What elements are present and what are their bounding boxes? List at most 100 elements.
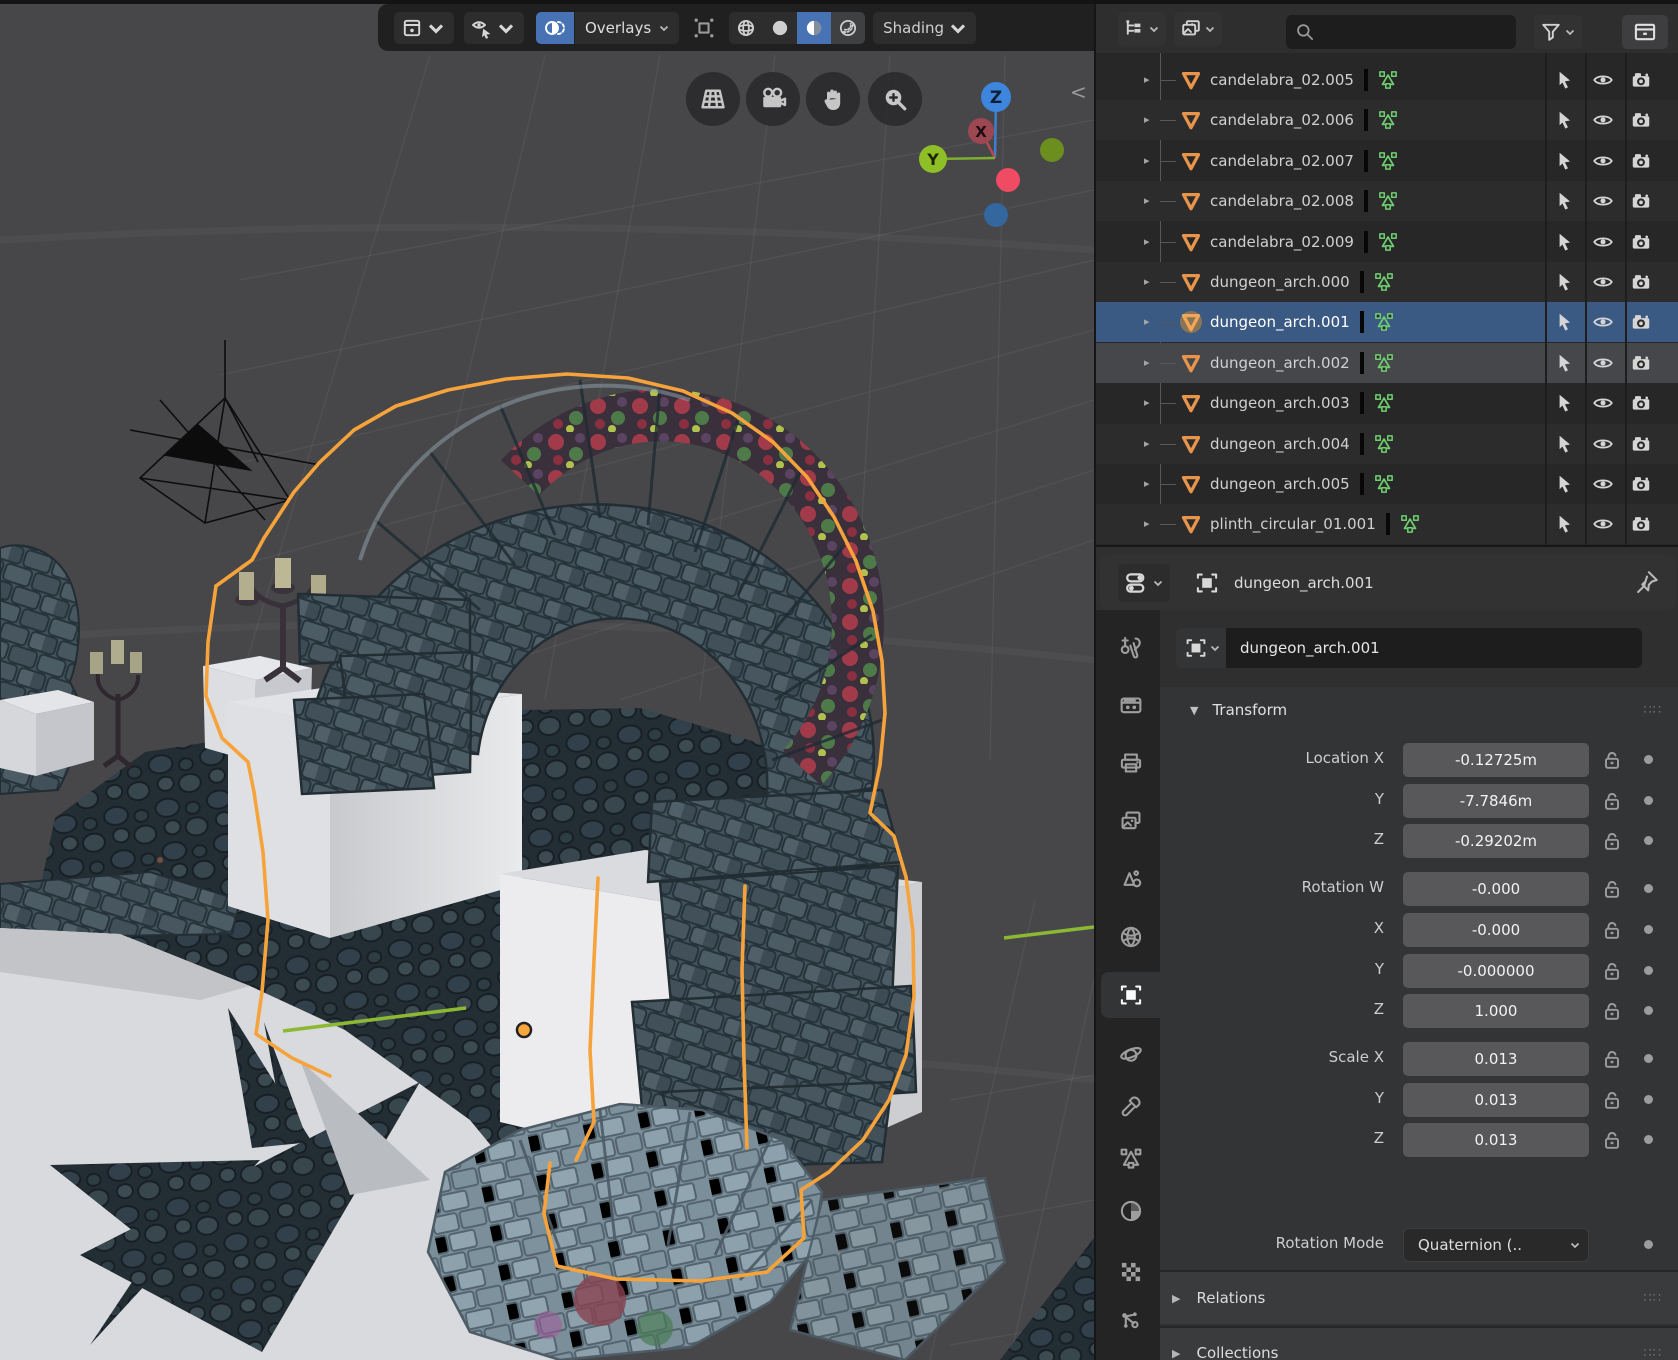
show-gizmos-button[interactable] xyxy=(394,12,454,44)
expand-arrow-icon[interactable]: ▸ xyxy=(1144,356,1150,369)
object-name-field[interactable]: dungeon_arch.001 xyxy=(1226,628,1642,668)
expand-arrow-icon[interactable]: ▸ xyxy=(1144,517,1150,530)
lock-icon[interactable] xyxy=(1600,1047,1624,1071)
outliner-row[interactable]: ▸dungeon_arch.004 xyxy=(1096,424,1678,464)
mesh-object-icon[interactable] xyxy=(1180,473,1202,495)
object-name-label[interactable]: candelabra_02.007 xyxy=(1210,152,1354,170)
shading-rendered-button[interactable] xyxy=(831,12,865,44)
pin-icon[interactable] xyxy=(1634,569,1660,595)
lock-icon[interactable] xyxy=(1600,1088,1624,1112)
outliner-filter-button[interactable] xyxy=(1534,15,1582,49)
expand-arrow-icon[interactable]: ▸ xyxy=(1144,437,1150,450)
selectable-icon[interactable] xyxy=(1553,271,1575,293)
render-camera-icon[interactable] xyxy=(1630,150,1652,172)
tab-render[interactable] xyxy=(1101,682,1160,728)
tab-modifiers[interactable] xyxy=(1101,1083,1160,1129)
mesh-data-icon[interactable] xyxy=(1373,473,1395,495)
transform-value-field[interactable]: -0.000 xyxy=(1403,872,1589,906)
object-name-label[interactable]: dungeon_arch.001 xyxy=(1210,313,1350,331)
tab-object-data[interactable] xyxy=(1101,1136,1160,1182)
transform-panel-header[interactable]: ▼ Transform ∷∷ xyxy=(1160,695,1678,725)
lock-icon[interactable] xyxy=(1600,829,1624,853)
render-camera-icon[interactable] xyxy=(1630,271,1652,293)
transform-value-field[interactable]: -0.000000 xyxy=(1403,954,1589,988)
visibility-eye-icon[interactable] xyxy=(1592,271,1614,293)
animate-dot[interactable] xyxy=(1644,1006,1653,1015)
selectable-icon[interactable] xyxy=(1553,231,1575,253)
transform-value-field[interactable]: 1.000 xyxy=(1403,994,1589,1028)
visibility-eye-icon[interactable] xyxy=(1592,109,1614,131)
outliner-row[interactable]: ▸dungeon_arch.000 xyxy=(1096,262,1678,302)
object-name-label[interactable]: candelabra_02.009 xyxy=(1210,233,1354,251)
animate-dot[interactable] xyxy=(1644,755,1653,764)
mesh-data-icon[interactable] xyxy=(1377,150,1399,172)
outliner-row[interactable]: ▸plinth_circular_01.001 xyxy=(1096,504,1678,544)
shading-dropdown[interactable]: Shading xyxy=(873,12,976,44)
tab-material[interactable] xyxy=(1101,1188,1160,1234)
selectable-icon[interactable] xyxy=(1553,311,1575,333)
transform-value-field[interactable]: -0.000 xyxy=(1403,913,1589,947)
region-collapse-arrow[interactable]: < xyxy=(1070,80,1087,104)
shading-material-preview-button[interactable] xyxy=(797,12,831,44)
animate-dot[interactable] xyxy=(1644,796,1653,805)
mesh-object-icon[interactable] xyxy=(1180,392,1202,414)
outliner-row[interactable]: ▸candelabra_02.008 xyxy=(1096,181,1678,221)
visibility-eye-icon[interactable] xyxy=(1592,231,1614,253)
expand-arrow-icon[interactable]: ▸ xyxy=(1144,113,1150,126)
selectable-icon[interactable] xyxy=(1553,109,1575,131)
tab-particles[interactable] xyxy=(1101,1299,1160,1345)
outliner-filter-mode-button[interactable] xyxy=(1174,12,1222,46)
object-name-label[interactable]: dungeon_arch.005 xyxy=(1210,475,1350,493)
animate-dot[interactable] xyxy=(1644,966,1653,975)
mesh-object-icon[interactable] xyxy=(1180,311,1202,333)
shading-solid-button[interactable] xyxy=(763,12,797,44)
selectable-icon[interactable] xyxy=(1553,69,1575,91)
visibility-eye-icon[interactable] xyxy=(1592,190,1614,212)
transform-value-field[interactable]: 0.013 xyxy=(1403,1123,1589,1157)
mesh-object-icon[interactable] xyxy=(1180,352,1202,374)
visibility-eye-icon[interactable] xyxy=(1592,433,1614,455)
outliner-row[interactable]: ▸candelabra_02.009 xyxy=(1096,222,1678,262)
selectable-icon[interactable] xyxy=(1553,190,1575,212)
selectable-icon[interactable] xyxy=(1553,473,1575,495)
visibility-eye-icon[interactable] xyxy=(1592,69,1614,91)
outliner-row[interactable]: ▸candelabra_02.006 xyxy=(1096,100,1678,140)
relations-panel-header[interactable]: ▶ Relations ∷∷ xyxy=(1160,1270,1678,1324)
expand-arrow-icon[interactable]: ▸ xyxy=(1144,154,1150,167)
object-id-selector[interactable] xyxy=(1176,628,1226,668)
lock-icon[interactable] xyxy=(1600,748,1624,772)
tab-view-layer[interactable] xyxy=(1101,798,1160,844)
render-camera-icon[interactable] xyxy=(1630,190,1652,212)
mesh-data-icon[interactable] xyxy=(1373,433,1395,455)
expand-arrow-icon[interactable]: ▸ xyxy=(1144,477,1150,490)
mesh-data-icon[interactable] xyxy=(1377,69,1399,91)
mesh-data-icon[interactable] xyxy=(1373,352,1395,374)
outliner-row[interactable]: ▸dungeon_arch.001 xyxy=(1096,302,1678,342)
3d-viewport[interactable]: Overlays xyxy=(0,0,1094,1360)
tab-output[interactable] xyxy=(1101,740,1160,786)
transform-value-field[interactable]: 0.013 xyxy=(1403,1083,1589,1117)
transform-value-field[interactable]: 0.013 xyxy=(1403,1042,1589,1076)
tab-texture[interactable] xyxy=(1101,1249,1160,1295)
overlays-dropdown[interactable]: Overlays xyxy=(575,12,679,44)
mesh-object-icon[interactable] xyxy=(1180,190,1202,212)
transform-value-field[interactable]: -7.7846m xyxy=(1403,784,1589,818)
visibility-eye-icon[interactable] xyxy=(1592,150,1614,172)
mesh-object-icon[interactable] xyxy=(1180,271,1202,293)
mesh-object-icon[interactable] xyxy=(1180,513,1202,535)
rotation-mode-dropdown[interactable]: Quaternion (.. xyxy=(1403,1228,1589,1262)
new-collection-button[interactable] xyxy=(1622,15,1668,49)
outliner-row[interactable]: ▸ dungeon_arch.005 xyxy=(1096,464,1678,504)
mesh-object-icon[interactable] xyxy=(1180,433,1202,455)
mesh-object-icon[interactable] xyxy=(1180,231,1202,253)
lock-icon[interactable] xyxy=(1600,959,1624,983)
outliner-row[interactable]: ▸candelabra_02.005 xyxy=(1096,60,1678,100)
object-name-label[interactable]: candelabra_02.005 xyxy=(1210,71,1354,89)
render-camera-icon[interactable] xyxy=(1630,109,1652,131)
pan-view-button[interactable] xyxy=(806,72,860,126)
mesh-object-icon[interactable] xyxy=(1180,69,1202,91)
render-camera-icon[interactable] xyxy=(1630,392,1652,414)
lock-icon[interactable] xyxy=(1600,999,1624,1023)
render-camera-icon[interactable] xyxy=(1630,69,1652,91)
render-camera-icon[interactable] xyxy=(1630,473,1652,495)
